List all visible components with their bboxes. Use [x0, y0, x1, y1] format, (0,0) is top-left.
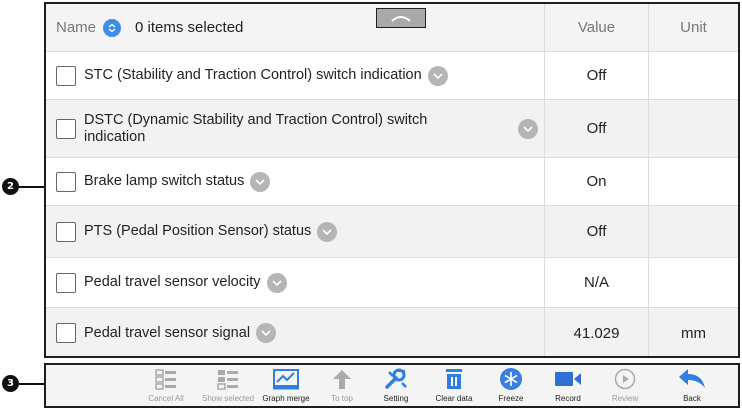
chevron-up-icon	[391, 16, 411, 22]
name-column-header: Name 0 items selected	[46, 4, 544, 51]
parameter-unit	[648, 100, 738, 157]
back-button[interactable]: Back	[660, 367, 724, 403]
parameter-value: N/A	[544, 258, 648, 307]
parameter-name: DSTC (Dynamic Stability and Traction Con…	[84, 111, 428, 145]
chevron-down-icon[interactable]	[250, 171, 271, 192]
row-checkbox[interactable]	[56, 171, 76, 192]
bottom-toolbar: Cancel All Show selected Graph merge To …	[44, 363, 740, 408]
show-selected-label: Show selected	[201, 394, 255, 403]
header-row: Name 0 items selected Value Unit	[46, 4, 738, 52]
callout-3-line	[19, 383, 44, 385]
record-label: Record	[555, 394, 581, 403]
parameter-unit: mm	[648, 308, 738, 356]
chevron-down-icon[interactable]	[256, 323, 277, 343]
checklist-icon	[217, 367, 239, 391]
name-label: Name	[56, 19, 97, 36]
graph-merge-label: Graph merge	[262, 394, 310, 403]
parameter-name: PTS (Pedal Position Sensor) status	[84, 223, 312, 239]
parameter-unit	[648, 52, 738, 99]
freeze-label: Freeze	[498, 394, 524, 403]
table-row[interactable]: Pedal travel sensor velocity N/A	[46, 258, 738, 308]
chevron-down-icon[interactable]	[266, 272, 287, 293]
collapse-toggle-button[interactable]	[376, 8, 426, 28]
trash-icon	[443, 367, 465, 391]
row-checkbox[interactable]	[56, 221, 76, 242]
back-arrow-icon	[678, 367, 706, 391]
show-selected-button[interactable]: Show selected	[196, 367, 260, 403]
review-button[interactable]: Review	[593, 367, 657, 403]
setting-label: Setting	[383, 394, 409, 403]
parameter-value: Off	[544, 52, 648, 99]
chevron-down-icon[interactable]	[427, 65, 448, 86]
to-top-label: To top	[331, 394, 353, 403]
table-row[interactable]: Pedal travel sensor signal 41.029 mm	[46, 308, 738, 356]
chevron-down-icon[interactable]	[518, 118, 538, 139]
freeze-button[interactable]: Freeze	[479, 367, 543, 403]
callout-2-line	[19, 186, 44, 188]
clear-data-label: Clear data	[435, 394, 473, 403]
table-row[interactable]: DSTC (Dynamic Stability and Traction Con…	[46, 100, 738, 158]
chart-icon	[272, 367, 300, 391]
review-label: Review	[611, 394, 639, 403]
parameter-name: Pedal travel sensor velocity	[84, 274, 261, 290]
cancel-all-button[interactable]: Cancel All	[134, 367, 198, 403]
parameter-value: 41.029	[544, 308, 648, 356]
snowflake-icon	[499, 367, 523, 391]
wrench-settings-icon	[384, 367, 408, 391]
row-checkbox[interactable]	[56, 65, 76, 86]
row-checkbox[interactable]	[56, 272, 76, 293]
play-circle-icon	[614, 367, 636, 391]
data-stream-panel: Name 0 items selected Value Unit STC (St…	[44, 2, 740, 358]
parameter-name: Pedal travel sensor signal	[84, 324, 251, 341]
parameter-unit	[648, 258, 738, 307]
row-checkbox[interactable]	[56, 118, 76, 139]
parameter-value: On	[544, 158, 648, 205]
parameter-value: Off	[544, 206, 648, 257]
cancel-all-label: Cancel All	[148, 394, 184, 403]
parameter-unit	[648, 206, 738, 257]
video-camera-icon	[554, 367, 582, 391]
arrow-up-icon	[331, 367, 353, 391]
table-row[interactable]: STC (Stability and Traction Control) swi…	[46, 52, 738, 100]
table-row[interactable]: Brake lamp switch status On	[46, 158, 738, 206]
parameter-unit	[648, 158, 738, 205]
parameter-name: STC (Stability and Traction Control) swi…	[84, 67, 422, 83]
back-label: Back	[683, 394, 701, 403]
record-button[interactable]: Record	[536, 367, 600, 403]
parameter-value: Off	[544, 100, 648, 157]
clear-data-button[interactable]: Clear data	[422, 367, 486, 403]
unit-column-header: Unit	[648, 4, 738, 51]
setting-button[interactable]: Setting	[364, 367, 428, 403]
sort-toggle-icon[interactable]	[103, 18, 122, 37]
table-row[interactable]: PTS (Pedal Position Sensor) status Off	[46, 206, 738, 258]
parameter-name: Brake lamp switch status	[84, 173, 245, 189]
row-checkbox[interactable]	[56, 323, 76, 343]
graph-merge-button[interactable]: Graph merge	[254, 367, 318, 403]
chevron-down-icon[interactable]	[317, 221, 338, 242]
value-column-header: Value	[544, 4, 648, 51]
list-icon	[155, 367, 177, 391]
selected-count: 0 items selected	[135, 19, 244, 36]
